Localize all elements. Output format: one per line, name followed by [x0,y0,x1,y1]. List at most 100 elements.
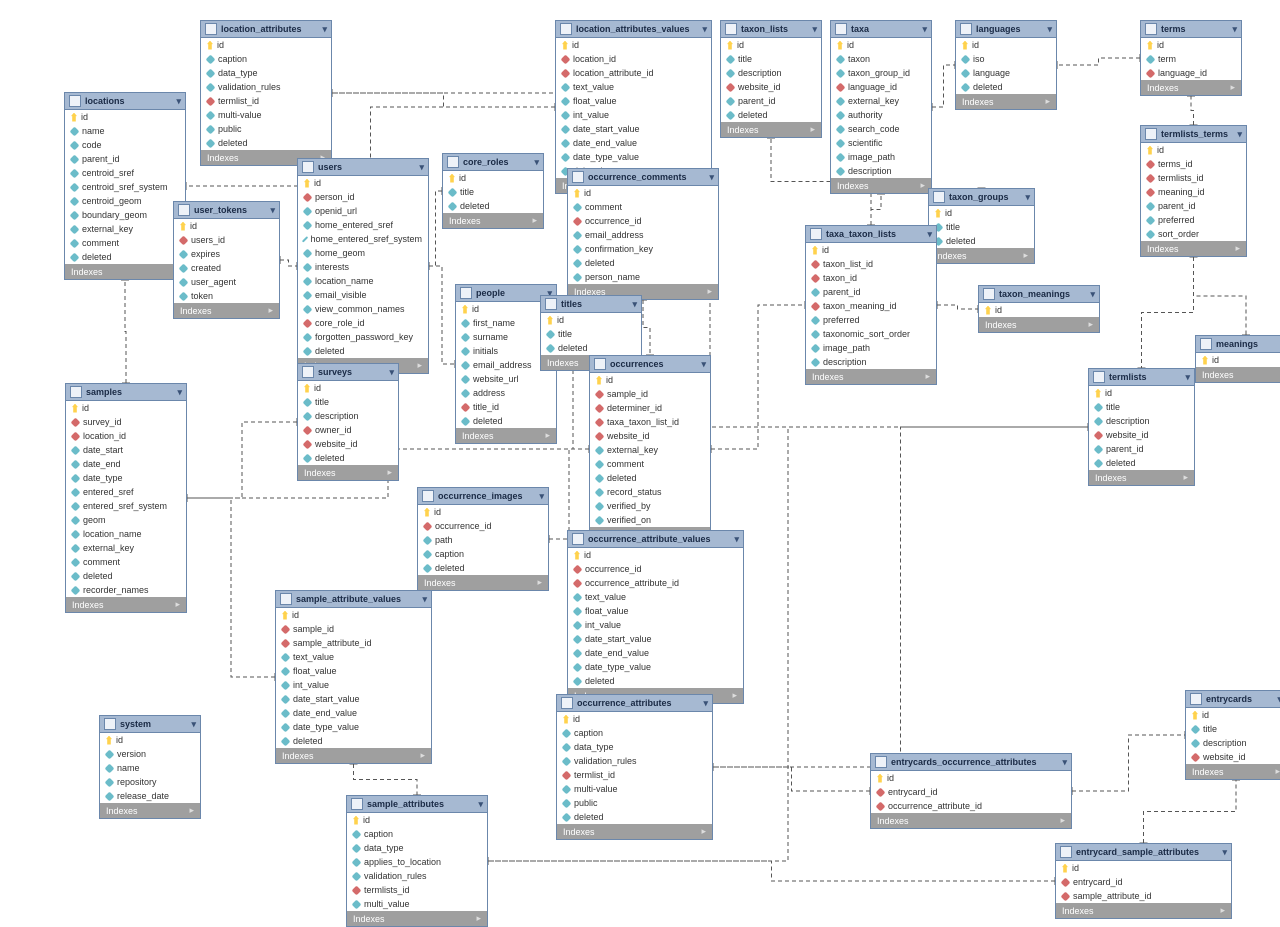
table-header[interactable]: occurrence_comments▾ [568,169,718,186]
column[interactable]: deleted [298,344,428,358]
column[interactable]: verified_on [590,513,710,527]
table-header[interactable]: system▾ [100,716,200,733]
column[interactable]: deleted [929,234,1034,248]
indexes-section[interactable]: Indexes▸ [1186,764,1280,779]
column[interactable]: terms_id [1141,157,1246,171]
column[interactable]: id [298,176,428,190]
table-header[interactable]: entrycard_sample_attributes▾ [1056,844,1231,861]
column[interactable]: date_type_value [276,720,431,734]
column[interactable]: home_entered_sref_system [298,232,428,246]
table-header[interactable]: languages▾ [956,21,1056,38]
indexes-section[interactable]: Indexes▸ [831,178,931,193]
column[interactable]: id [298,381,398,395]
table-taxon_groups[interactable]: taxon_groups▾idtitledeletedIndexes▸ [928,188,1035,264]
column[interactable]: id [831,38,931,52]
column[interactable]: sample_id [276,622,431,636]
column[interactable]: occurrence_id [568,562,743,576]
column[interactable]: confirmation_key [568,242,718,256]
table-header[interactable]: users▾ [298,159,428,176]
column[interactable]: deleted [456,414,556,428]
column[interactable]: id [979,303,1099,317]
column[interactable]: deleted [276,734,431,748]
column[interactable]: location_name [298,274,428,288]
column[interactable]: id [541,313,641,327]
column[interactable]: deleted [65,250,185,264]
column[interactable]: deleted [721,108,821,122]
column[interactable]: home_entered_sref [298,218,428,232]
column[interactable]: parent_id [721,94,821,108]
table-entrycard_sample_attributes[interactable]: entrycard_sample_attributes▾identrycard_… [1055,843,1232,919]
collapse-icon[interactable]: ▾ [1090,289,1095,300]
column[interactable]: date_start_value [568,632,743,646]
column[interactable]: data_type [201,66,331,80]
column[interactable]: id [1196,353,1280,367]
column[interactable]: language_id [831,80,931,94]
table-termlists_terms[interactable]: termlists_terms▾idterms_idtermlists_idme… [1140,125,1247,257]
table-taxa[interactable]: taxa▾idtaxontaxon_group_idlanguage_idext… [830,20,932,194]
column[interactable]: comment [568,200,718,214]
table-occurrence_attributes[interactable]: occurrence_attributes▾idcaptiondata_type… [556,694,713,840]
column[interactable]: preferred [1141,213,1246,227]
table-header[interactable]: termlists▾ [1089,369,1194,386]
column[interactable]: repository [100,775,200,789]
column[interactable]: date_end_value [556,136,711,150]
column[interactable]: expires [174,247,279,261]
column[interactable]: id [347,813,487,827]
column[interactable]: entrycard_id [1056,875,1231,889]
indexes-section[interactable]: Indexes▸ [298,465,398,480]
column[interactable]: openid_url [298,204,428,218]
table-taxa_taxon_lists[interactable]: taxa_taxon_lists▾idtaxon_list_idtaxon_id… [805,225,937,385]
indexes-section[interactable]: Indexes▸ [806,369,936,384]
column[interactable]: date_start [66,443,186,457]
column[interactable]: multi-value [201,108,331,122]
column[interactable]: centroid_sref [65,166,185,180]
column[interactable]: id [929,206,1034,220]
column[interactable]: entrycard_id [871,785,1071,799]
expand-icon[interactable]: ▸ [189,805,194,816]
column[interactable]: website_id [721,80,821,94]
table-occurrences[interactable]: occurrences▾idsample_iddeterminer_idtaxa… [589,355,711,543]
column[interactable]: validation_rules [201,80,331,94]
column[interactable]: id [1089,386,1194,400]
column[interactable]: date_type_value [568,660,743,674]
expand-icon[interactable]: ▸ [1088,319,1093,330]
column[interactable]: validation_rules [557,754,712,768]
column[interactable]: id [66,401,186,415]
column[interactable]: sample_id [590,387,710,401]
indexes-section[interactable]: Indexes▸ [174,303,279,318]
column[interactable]: taxonomic_sort_order [806,327,936,341]
indexes-section[interactable]: Indexes▸ [871,813,1071,828]
expand-icon[interactable]: ▸ [701,826,706,837]
table-header[interactable]: sample_attribute_values▾ [276,591,431,608]
indexes-section[interactable]: Indexes▸ [979,317,1099,332]
column[interactable]: date_type_value [556,150,711,164]
column[interactable]: deleted [568,256,718,270]
collapse-icon[interactable]: ▾ [701,359,706,370]
column[interactable]: sample_attribute_id [276,636,431,650]
column[interactable]: comment [66,555,186,569]
column[interactable]: location_attribute_id [556,66,711,80]
column[interactable]: location_name [66,527,186,541]
column[interactable]: preferred [806,313,936,327]
table-header[interactable]: location_attributes_values▾ [556,21,711,38]
collapse-icon[interactable]: ▾ [191,719,196,730]
table-header[interactable]: core_roles▾ [443,154,543,171]
table-header[interactable]: taxon_meanings▾ [979,286,1099,303]
column[interactable]: multi_value [347,897,487,911]
column[interactable]: home_geom [298,246,428,260]
collapse-icon[interactable]: ▾ [478,799,483,810]
column[interactable]: boundary_geom [65,208,185,222]
column[interactable]: comment [65,236,185,250]
expand-icon[interactable]: ▸ [387,467,392,478]
indexes-section[interactable]: Indexes▸ [557,824,712,839]
column[interactable]: float_value [556,94,711,108]
indexes-section[interactable]: Indexes▸ [347,911,487,926]
indexes-section[interactable]: Indexes▸ [1141,241,1246,256]
indexes-section[interactable]: Indexes▸ [418,575,548,590]
column[interactable]: public [557,796,712,810]
table-surveys[interactable]: surveys▾idtitledescriptionowner_idwebsit… [297,363,399,481]
table-header[interactable]: taxa▾ [831,21,931,38]
table-entrycards_occurrence_attributes[interactable]: entrycards_occurrence_attributes▾identry… [870,753,1072,829]
column[interactable]: termlist_id [557,768,712,782]
table-header[interactable]: meanings▾ [1196,336,1280,353]
